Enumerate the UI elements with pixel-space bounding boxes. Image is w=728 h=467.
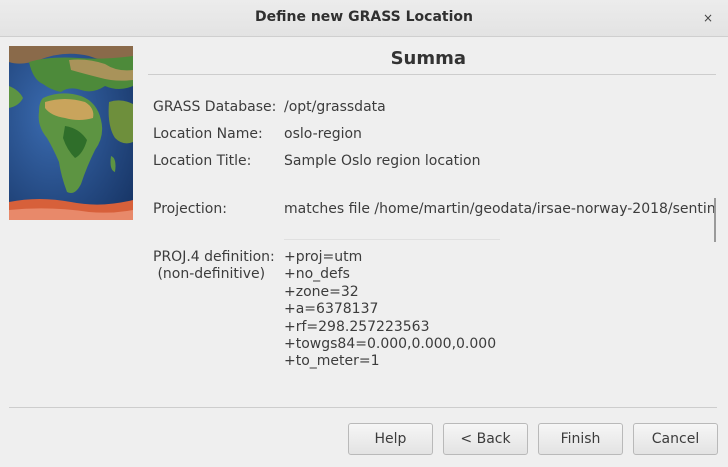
globe-map-image — [9, 46, 133, 220]
cancel-button[interactable]: Cancel — [633, 423, 718, 455]
close-icon[interactable]: × — [698, 8, 718, 28]
location-title-label: Location Title: — [153, 153, 252, 169]
proj4-line: +towgs84=0.000,0.000,0.000 — [284, 336, 497, 353]
proj4-divider — [284, 239, 500, 240]
database-label: GRASS Database: — [153, 99, 277, 115]
title-bar: Define new GRASS Location × — [0, 0, 728, 37]
proj4-line: +a=6378137 — [284, 301, 379, 318]
proj4-line: +zone=32 — [284, 283, 359, 300]
back-button[interactable]: < Back — [443, 423, 528, 455]
proj4-line: +to_meter=1 — [284, 353, 380, 370]
location-name-label: Location Name: — [153, 126, 263, 142]
help-button[interactable]: Help — [348, 423, 433, 455]
page-title: Summa — [390, 48, 466, 69]
database-value: /opt/grassdata — [284, 99, 386, 115]
projection-label: Projection: — [153, 201, 227, 217]
projection-value: matches file /home/martin/geodata/irsae-… — [284, 201, 716, 217]
proj4-line: +proj=utm — [284, 249, 363, 265]
proj4-label-line: PROJ.4 definition: — [153, 249, 275, 265]
footer-divider — [9, 407, 717, 408]
proj4-definition: +proj=utm +no_defs +zone=32 +a=6378137 +… — [284, 249, 496, 371]
window-title: Define new GRASS Location — [255, 9, 473, 25]
proj4-line: +rf=298.257223563 — [284, 318, 430, 335]
proj4-label-note: (non-definitive) — [153, 266, 266, 282]
projection-scrollbar[interactable] — [714, 198, 716, 242]
proj4-label: PROJ.4 definition: (non-definitive) — [153, 249, 275, 283]
heading-divider — [148, 74, 716, 75]
location-title-value: Sample Oslo region location — [284, 153, 481, 169]
proj4-line: +no_defs — [284, 266, 350, 283]
location-name-value: oslo-region — [284, 126, 362, 142]
finish-button[interactable]: Finish — [538, 423, 623, 455]
